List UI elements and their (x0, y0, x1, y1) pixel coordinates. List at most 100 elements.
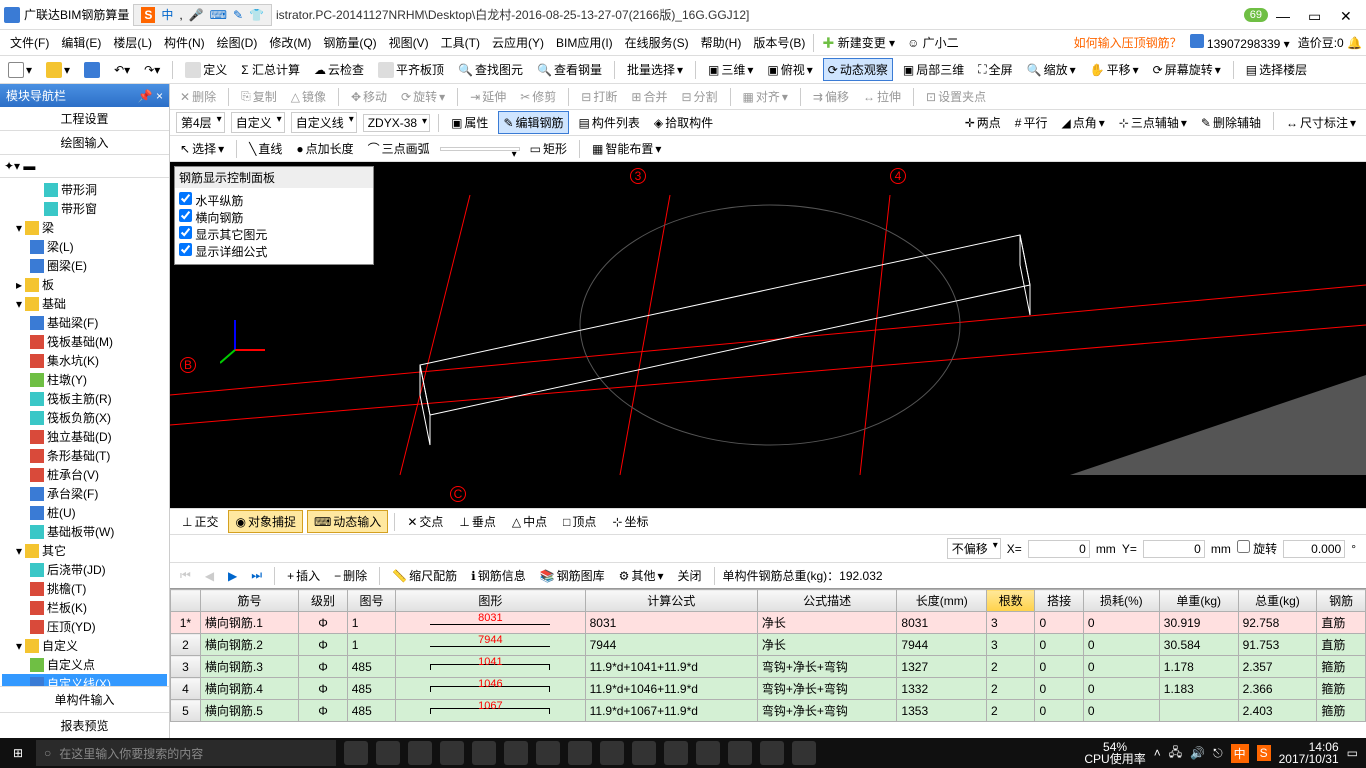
menu-floor[interactable]: 楼层(L) (107, 32, 158, 53)
menu-edit[interactable]: 编辑(E) (55, 32, 107, 53)
app-icon-11[interactable] (696, 741, 720, 765)
app-icon-13[interactable] (760, 741, 784, 765)
component-combo[interactable]: ZDYX-38 (363, 114, 430, 132)
menu-help[interactable]: 帮助(H) (695, 32, 748, 53)
delete-row-button[interactable]: − 删除 (330, 565, 371, 586)
tree-item[interactable]: 筏板负筋(X) (2, 408, 167, 427)
chk-horiz[interactable]: 水平纵筋 (179, 192, 369, 209)
x-input[interactable] (1028, 540, 1090, 558)
tree-item[interactable]: 筏板基础(M) (2, 332, 167, 351)
xiaoer-button[interactable]: ☺ 广小二 (901, 32, 965, 53)
tree-item[interactable]: 挑檐(T) (2, 579, 167, 598)
tray-vol-icon[interactable]: 🔊 (1190, 746, 1205, 760)
menu-online[interactable]: 在线服务(S) (619, 32, 695, 53)
rebar-library-button[interactable]: 📚 钢筋图库 (536, 565, 609, 586)
mid-snap[interactable]: △ 中点 (506, 511, 553, 532)
insert-row-button[interactable]: + 插入 (283, 565, 324, 586)
rotate-screen-button[interactable]: ⟳ 屏幕旋转 ▾ (1149, 59, 1225, 80)
three-point-axis-button[interactable]: ⊹ 三点辅轴 ▾ (1115, 112, 1191, 133)
tree-item[interactable]: 桩(U) (2, 503, 167, 522)
nav-draw-input[interactable]: 绘图输入 (0, 131, 169, 155)
minimize-button[interactable]: — (1276, 8, 1290, 22)
tree-item[interactable]: 圈梁(E) (2, 256, 167, 275)
ime-pen-icon[interactable]: ✎ (233, 8, 243, 22)
tray-notif-icon[interactable]: ▭ (1347, 746, 1358, 760)
tree-item[interactable]: ▸ 板 (2, 275, 167, 294)
merge-button[interactable]: ⊞ 合并 (627, 86, 671, 107)
dyninput-button[interactable]: ⌨ 动态输入 (307, 510, 388, 533)
property-button[interactable]: ▣ 属性 (447, 112, 492, 133)
offset-button[interactable]: ⇉ 偏移 (809, 86, 853, 107)
collapse-icon[interactable]: ▬ (23, 159, 35, 173)
fullscreen-button[interactable]: ⛶ 全屏 (974, 59, 1016, 80)
zoom-button[interactable]: 🔍 缩放 ▾ (1023, 59, 1080, 80)
mirror-button[interactable]: △ 镜像 (287, 86, 330, 107)
menu-version[interactable]: 版本号(B) (747, 32, 811, 53)
app-icon-7[interactable] (568, 741, 592, 765)
open-file-button[interactable]: ▾ (42, 60, 74, 80)
menu-cloud[interactable]: 云应用(Y) (486, 32, 550, 53)
tree-item[interactable]: 后浇带(JD) (2, 560, 167, 579)
start-button[interactable]: ⊞ (0, 746, 36, 760)
next-button[interactable]: ▶ (224, 569, 241, 583)
arc-combo[interactable] (440, 147, 520, 151)
app-icon-6[interactable] (536, 741, 560, 765)
category-combo[interactable]: 自定义 (231, 112, 285, 133)
coord-snap[interactable]: ⊹ 坐标 (606, 511, 654, 532)
line-tool[interactable]: ╲ 直线 (245, 138, 286, 159)
tree-item[interactable]: 梁(L) (2, 237, 167, 256)
smart-layout-tool[interactable]: ▦ 智能布置 ▾ (588, 138, 665, 159)
help-question[interactable]: 如何输入压顶钢筋？ (1074, 34, 1182, 51)
tree-item[interactable]: ▾ 其它 (2, 541, 167, 560)
rebar-grid[interactable]: 筋号级别图号图形计算公式公式描述长度(mm)根数搭接损耗(%)单重(kg)总重(… (170, 588, 1366, 738)
close-panel-button[interactable]: 关闭 (673, 565, 705, 586)
close-button[interactable]: ✕ (1340, 8, 1354, 22)
tree-item[interactable]: 压顶(YD) (2, 617, 167, 636)
undo-button[interactable]: ↶▾ (110, 61, 134, 79)
y-input[interactable] (1143, 540, 1205, 558)
rect-tool[interactable]: ▭ 矩形 (526, 138, 571, 159)
move-button[interactable]: ✥ 移动 (347, 86, 391, 107)
prev-button[interactable]: ◀ (201, 569, 218, 583)
component-tree[interactable]: 带形洞 带形窗▾ 梁 梁(L) 圈梁(E)▸ 板▾ 基础 基础梁(F) 筏板基础… (0, 178, 169, 686)
offset-mode-combo[interactable]: 不偏移 (947, 538, 1001, 559)
tree-item[interactable]: 基础板带(W) (2, 522, 167, 541)
tree-item[interactable]: ▾ 梁 (2, 218, 167, 237)
tray-clock[interactable]: 14:062017/10/31 (1279, 741, 1339, 765)
new-change-button[interactable]: ✚ 新建变更 ▾ (816, 32, 901, 53)
cost-bean[interactable]: 造价豆:0 🔔 (1298, 34, 1362, 51)
intersect-snap[interactable]: ✕ 交点 (401, 511, 449, 532)
tree-item[interactable]: 基础梁(F) (2, 313, 167, 332)
app-icon-3[interactable] (440, 741, 464, 765)
pan-button[interactable]: ✋ 平移 ▾ (1086, 59, 1143, 80)
tree-item[interactable]: 桩承台(V) (2, 465, 167, 484)
orbit-button[interactable]: ⟳ 动态观察 (823, 58, 893, 81)
tree-item[interactable]: ▾ 自定义 (2, 636, 167, 655)
menu-bim[interactable]: BIM应用(I) (550, 32, 619, 53)
batch-select-button[interactable]: 批量选择 ▾ (623, 59, 687, 80)
save-button[interactable] (80, 60, 104, 80)
cloud-check-button[interactable]: ☁ 云检查 (310, 59, 368, 80)
menu-draw[interactable]: 绘图(D) (211, 32, 264, 53)
taskview-icon[interactable] (344, 741, 368, 765)
local-3d-button[interactable]: ▣ 局部三维 (899, 59, 968, 80)
parallel-button[interactable]: # 平行 (1011, 112, 1052, 133)
ime-bar[interactable]: S 中 , 🎤 ⌨ ✎ 👕 (133, 4, 272, 26)
app-icon-14[interactable] (792, 741, 816, 765)
dimension-button[interactable]: ↔ 尺寸标注 ▾ (1282, 112, 1360, 133)
split-button[interactable]: ⊟ 分割 (677, 86, 721, 107)
windows-taskbar[interactable]: ⊞ ○ 在这里输入你要搜索的内容 54%CPU使用率 ˄ 🖧 🔊 ⎋ 中 S 1… (0, 738, 1366, 768)
top-view-button[interactable]: ▣ 俯视 ▾ (763, 59, 816, 80)
arc-tool[interactable]: ⌒ 三点画弧 (364, 138, 434, 159)
system-tray[interactable]: 54%CPU使用率 ˄ 🖧 🔊 ⎋ 中 S 14:062017/10/31 ▭ (1076, 741, 1366, 765)
nav-single-input[interactable]: 单构件输入 (0, 686, 169, 712)
trim-button[interactable]: ✂ 修剪 (516, 86, 560, 107)
perp-snap[interactable]: ⊥ 垂点 (453, 511, 501, 532)
menu-tool[interactable]: 工具(T) (435, 32, 486, 53)
point-length-tool[interactable]: ● 点加长度 (292, 138, 357, 159)
tree-item[interactable]: 柱墩(Y) (2, 370, 167, 389)
chk-other[interactable]: 显示其它图元 (179, 226, 369, 243)
tree-item[interactable]: 承台梁(F) (2, 484, 167, 503)
osnap-button[interactable]: ◉ 对象捕捉 (228, 510, 303, 533)
app-icon-1[interactable] (376, 741, 400, 765)
